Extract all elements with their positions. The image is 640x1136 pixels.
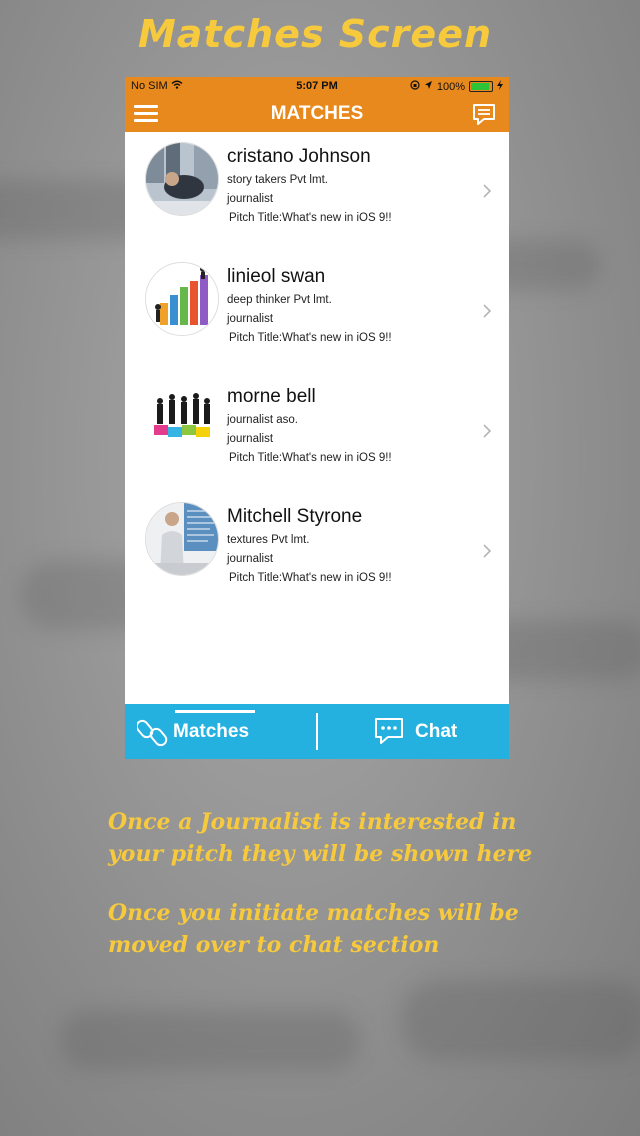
avatar (145, 142, 219, 216)
chat-bubble-icon (373, 716, 405, 751)
chevron-right-icon (483, 304, 492, 323)
match-pitch: Pitch Title:What's new in iOS 9!! (229, 452, 392, 464)
nav-bar: MATCHES (125, 96, 509, 132)
promo-caption-2: Once you initiate matches will be moved … (108, 897, 608, 961)
match-name: morne bell (227, 386, 316, 407)
match-row[interactable]: linieol swan deep thinker Pvt lmt. journ… (125, 252, 509, 372)
match-role: journalist (227, 433, 274, 445)
match-company: journalist aso. (227, 414, 298, 426)
match-role: journalist (227, 313, 274, 325)
match-name: Mitchell Styrone (227, 506, 363, 527)
orientation-lock-icon (410, 80, 420, 93)
chat-bubble-icon[interactable] (472, 103, 496, 131)
tab-bar: Matches Chat (125, 704, 509, 759)
promo-title: Matches Screen (137, 12, 493, 56)
tab-chat-label: Chat (415, 721, 458, 742)
match-role: journalist (227, 553, 274, 565)
match-row[interactable]: morne bell journalist aso. journalist Pi… (125, 372, 509, 492)
match-company: story takers Pvt lmt. (227, 174, 328, 186)
status-right: 100% (410, 80, 503, 93)
match-pitch: Pitch Title:What's new in iOS 9!! (229, 212, 392, 224)
tab-matches-label: Matches (173, 721, 250, 742)
matches-list: cristano Johnson story takers Pvt lmt. j… (125, 132, 509, 612)
match-pitch: Pitch Title:What's new in iOS 9!! (229, 332, 392, 344)
avatar (145, 382, 219, 456)
chevron-right-icon (483, 544, 492, 563)
tab-selected-indicator (175, 710, 255, 713)
chevron-right-icon (483, 424, 492, 443)
tab-chat[interactable]: Chat (318, 704, 509, 759)
match-pitch: Pitch Title:What's new in iOS 9!! (229, 572, 392, 584)
link-icon (135, 716, 169, 753)
caption-1-line-1: Once a Journalist is interested in (108, 809, 517, 835)
match-row[interactable]: cristano Johnson story takers Pvt lmt. j… (125, 132, 509, 252)
match-company: deep thinker Pvt lmt. (227, 294, 332, 306)
caption-1-line-2: your pitch they will be shown here (108, 841, 533, 867)
page-title: MATCHES (270, 103, 364, 124)
location-arrow-icon (424, 80, 433, 93)
match-name: linieol swan (227, 266, 326, 287)
charging-icon (497, 80, 503, 93)
phone-screen: No SIM 5:07 PM 100% MATCHES cristano Joh… (125, 77, 509, 759)
promo-caption-1: Once a Journalist is interested in your … (108, 806, 608, 870)
battery-percent: 100% (436, 80, 465, 93)
chevron-right-icon (483, 184, 492, 203)
avatar (145, 502, 219, 576)
avatar (145, 262, 219, 336)
status-bar: No SIM 5:07 PM 100% (125, 77, 509, 96)
tab-matches[interactable]: Matches (125, 704, 316, 759)
match-name: cristano Johnson (227, 146, 371, 167)
battery-icon (469, 81, 493, 92)
caption-2-line-2: moved over to chat section (108, 932, 440, 958)
caption-2-line-1: Once you initiate matches will be (108, 900, 519, 926)
match-role: journalist (227, 193, 274, 205)
match-company: textures Pvt lmt. (227, 534, 310, 546)
match-row[interactable]: Mitchell Styrone textures Pvt lmt. journ… (125, 492, 509, 612)
